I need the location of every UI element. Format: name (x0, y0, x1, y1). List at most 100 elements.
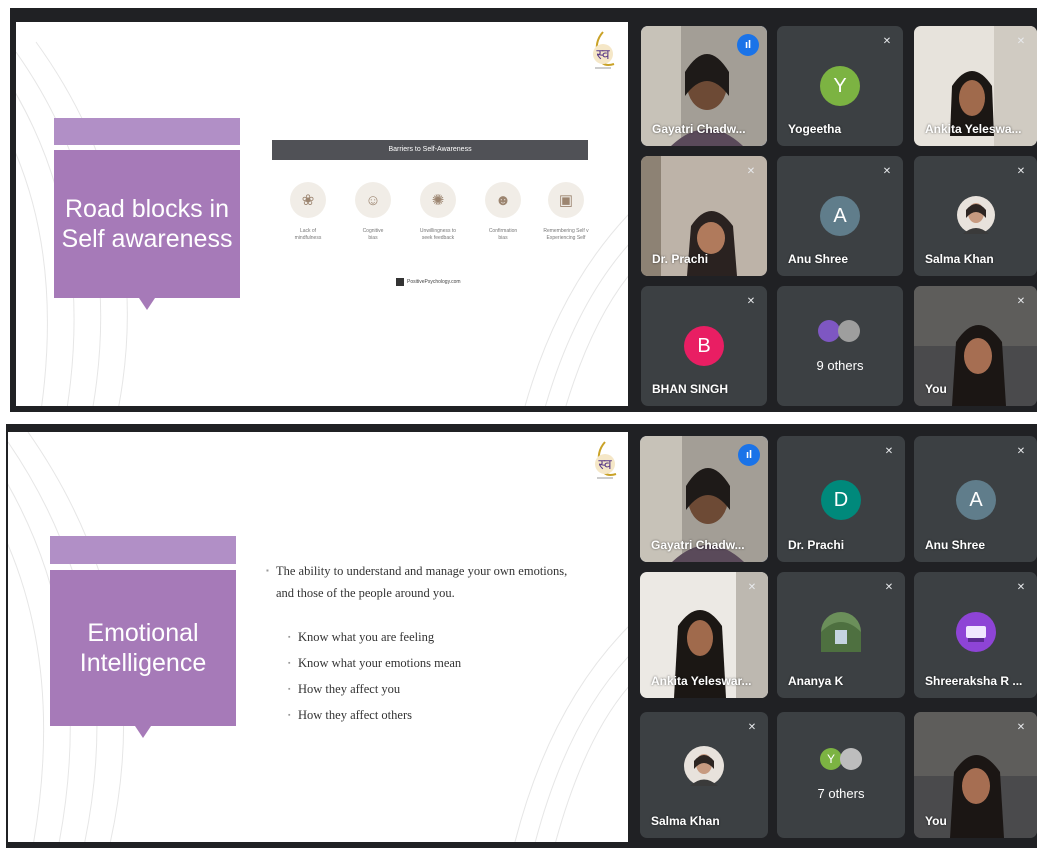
definition-text: The ability to understand and manage you… (276, 564, 568, 600)
participant-name: Salma Khan (651, 814, 720, 828)
participant-tile[interactable]: ✕ Ankita Yeleswar... (640, 572, 768, 698)
participant-tile[interactable]: A ✕ Anu Shree (777, 156, 903, 276)
participant-tile[interactable]: ✕ Ankita Yeleswa... (914, 26, 1037, 146)
mic-off-icon: ✕ (1016, 166, 1026, 177)
barrier-label: Experiencing Self (546, 235, 586, 241)
speaking-indicator-icon: ıl (737, 34, 759, 56)
others-count: 7 others (817, 786, 865, 801)
mic-off-icon: ✕ (1016, 446, 1026, 457)
bullet-item: How they affect others (298, 708, 412, 722)
bullet-item: Know what your emotions mean (298, 656, 462, 670)
slide-title: Emotional Intelligence (50, 570, 236, 726)
participant-tile[interactable]: Y ✕ Yogeetha (777, 26, 903, 146)
avatar-photo (956, 612, 996, 652)
title-accent-bar (50, 536, 236, 564)
barrier-label: bias (368, 235, 378, 241)
mic-off-icon: ✕ (884, 446, 894, 457)
participant-tile[interactable]: ✕ Shreeraksha R ... (914, 572, 1037, 698)
barrier-label: seek feedback (421, 235, 455, 241)
mic-off-icon: ✕ (882, 166, 892, 177)
participant-tile[interactable]: ıl Gayatri Chadw... (640, 436, 768, 562)
positive-psychology-logo-icon (396, 278, 404, 286)
barrier-label: bias (498, 235, 508, 241)
slide-title: Road blocks in Self awareness (54, 150, 240, 298)
mic-off-icon: ✕ (1016, 722, 1026, 733)
infographic-title: Barriers to Self-Awareness (272, 140, 588, 160)
avatar: A (820, 196, 860, 236)
avatar-mini (818, 320, 840, 342)
bullet-marker: ▪ (288, 634, 291, 641)
bullet-marker: ▪ (288, 712, 291, 719)
barrier-label: Lack of (299, 228, 317, 234)
network-icon: ✺ (420, 182, 456, 218)
title-box-pointer (139, 298, 155, 310)
avatar: B (684, 326, 724, 366)
participant-tile[interactable]: A ✕ Anu Shree (914, 436, 1037, 562)
participant-tile[interactable]: ✕ You (914, 286, 1037, 406)
barrier-label: Confirmation (488, 228, 518, 234)
head-check-icon: ☻ (485, 182, 521, 218)
barrier-item: ❀ Lack of mindfulness (278, 182, 338, 242)
participant-name: Ankita Yeleswar... (651, 674, 752, 688)
avatar: Y (820, 66, 860, 106)
participant-name: You (925, 382, 947, 396)
participant-name: Gayatri Chadw... (651, 538, 745, 552)
others-tile[interactable]: 9 others (777, 286, 903, 406)
speaking-indicator-icon: ıl (738, 444, 760, 466)
slide-title-line: Road blocks in (65, 195, 229, 223)
mic-off-icon: ✕ (1016, 296, 1026, 307)
barrier-label: Unwillingness to (419, 228, 457, 234)
meeting-screenshot-top: स्व Road blocks in Self awareness Barrie… (10, 8, 1037, 412)
mic-off-icon: ✕ (884, 582, 894, 593)
participant-name: Shreeraksha R ... (925, 674, 1023, 688)
mic-off-icon: ✕ (747, 582, 757, 593)
mic-off-icon: ✕ (747, 722, 757, 733)
infographic-credit: PositivePsychology.com (396, 278, 461, 286)
mic-off-icon: ✕ (882, 36, 892, 47)
participant-tile[interactable]: ✕ Salma Khan (914, 156, 1037, 276)
participant-name: Yogeetha (788, 122, 842, 136)
title-box-pointer (135, 726, 151, 738)
bullet-marker: ▪ (266, 566, 269, 575)
avatar-photo (684, 746, 724, 786)
participant-name: Salma Khan (925, 252, 994, 266)
slide-title-line: Emotional (87, 619, 199, 647)
avatar-mini (838, 320, 860, 342)
organization-logo: स्व (593, 31, 615, 69)
participant-tile[interactable]: ✕ Ananya K (777, 572, 905, 698)
barrier-label: Remembering Self v (543, 228, 589, 234)
participant-tile[interactable]: B ✕ BHAN SINGH (641, 286, 767, 406)
participant-tile[interactable]: ✕ Dr. Prachi (641, 156, 767, 276)
participant-name: BHAN SINGH (652, 382, 729, 396)
avatar-mini: Y (820, 748, 842, 770)
organization-logo: स्व (595, 441, 617, 479)
svg-text:स्व: स्व (596, 47, 609, 63)
mic-off-icon: ✕ (1016, 36, 1026, 47)
barrier-label: Cognitive (362, 228, 384, 234)
barrier-item: ✺ Unwillingness to seek feedback (408, 182, 468, 242)
participant-name: Anu Shree (788, 252, 849, 266)
bullet-item: Know what you are feeling (298, 630, 435, 644)
participant-tile[interactable]: D ✕ Dr. Prachi (777, 436, 905, 562)
mic-off-icon: ✕ (1016, 582, 1026, 593)
participant-tile[interactable]: ıl Gayatri Chadw... (641, 26, 767, 146)
bullet-item: How they affect you (298, 682, 401, 696)
others-tile[interactable]: Y 7 others (777, 712, 905, 838)
barrier-label: mindfulness (294, 235, 322, 241)
title-accent-bar (54, 118, 240, 145)
meeting-screenshot-bottom: स्व Emotional Intelligence ▪ The ability… (6, 424, 1037, 848)
avatar-photo (957, 196, 995, 234)
lotus-icon: ❀ (290, 182, 326, 218)
bullet-marker: ▪ (288, 660, 291, 667)
avatar-photo (821, 612, 861, 652)
presentation-slide: स्व Emotional Intelligence ▪ The ability… (8, 432, 628, 842)
participant-name: Ananya K (788, 674, 844, 688)
participant-tile[interactable]: ✕ Salma Khan (640, 712, 768, 838)
self-icon: ▣ (548, 182, 584, 218)
participant-name: Anu Shree (925, 538, 986, 552)
bullet-marker: ▪ (288, 686, 291, 693)
participant-tile[interactable]: ✕ You (914, 712, 1037, 838)
svg-text:स्व: स्व (598, 457, 611, 473)
mic-off-icon: ✕ (746, 166, 756, 177)
participant-name: Dr. Prachi (652, 252, 709, 266)
